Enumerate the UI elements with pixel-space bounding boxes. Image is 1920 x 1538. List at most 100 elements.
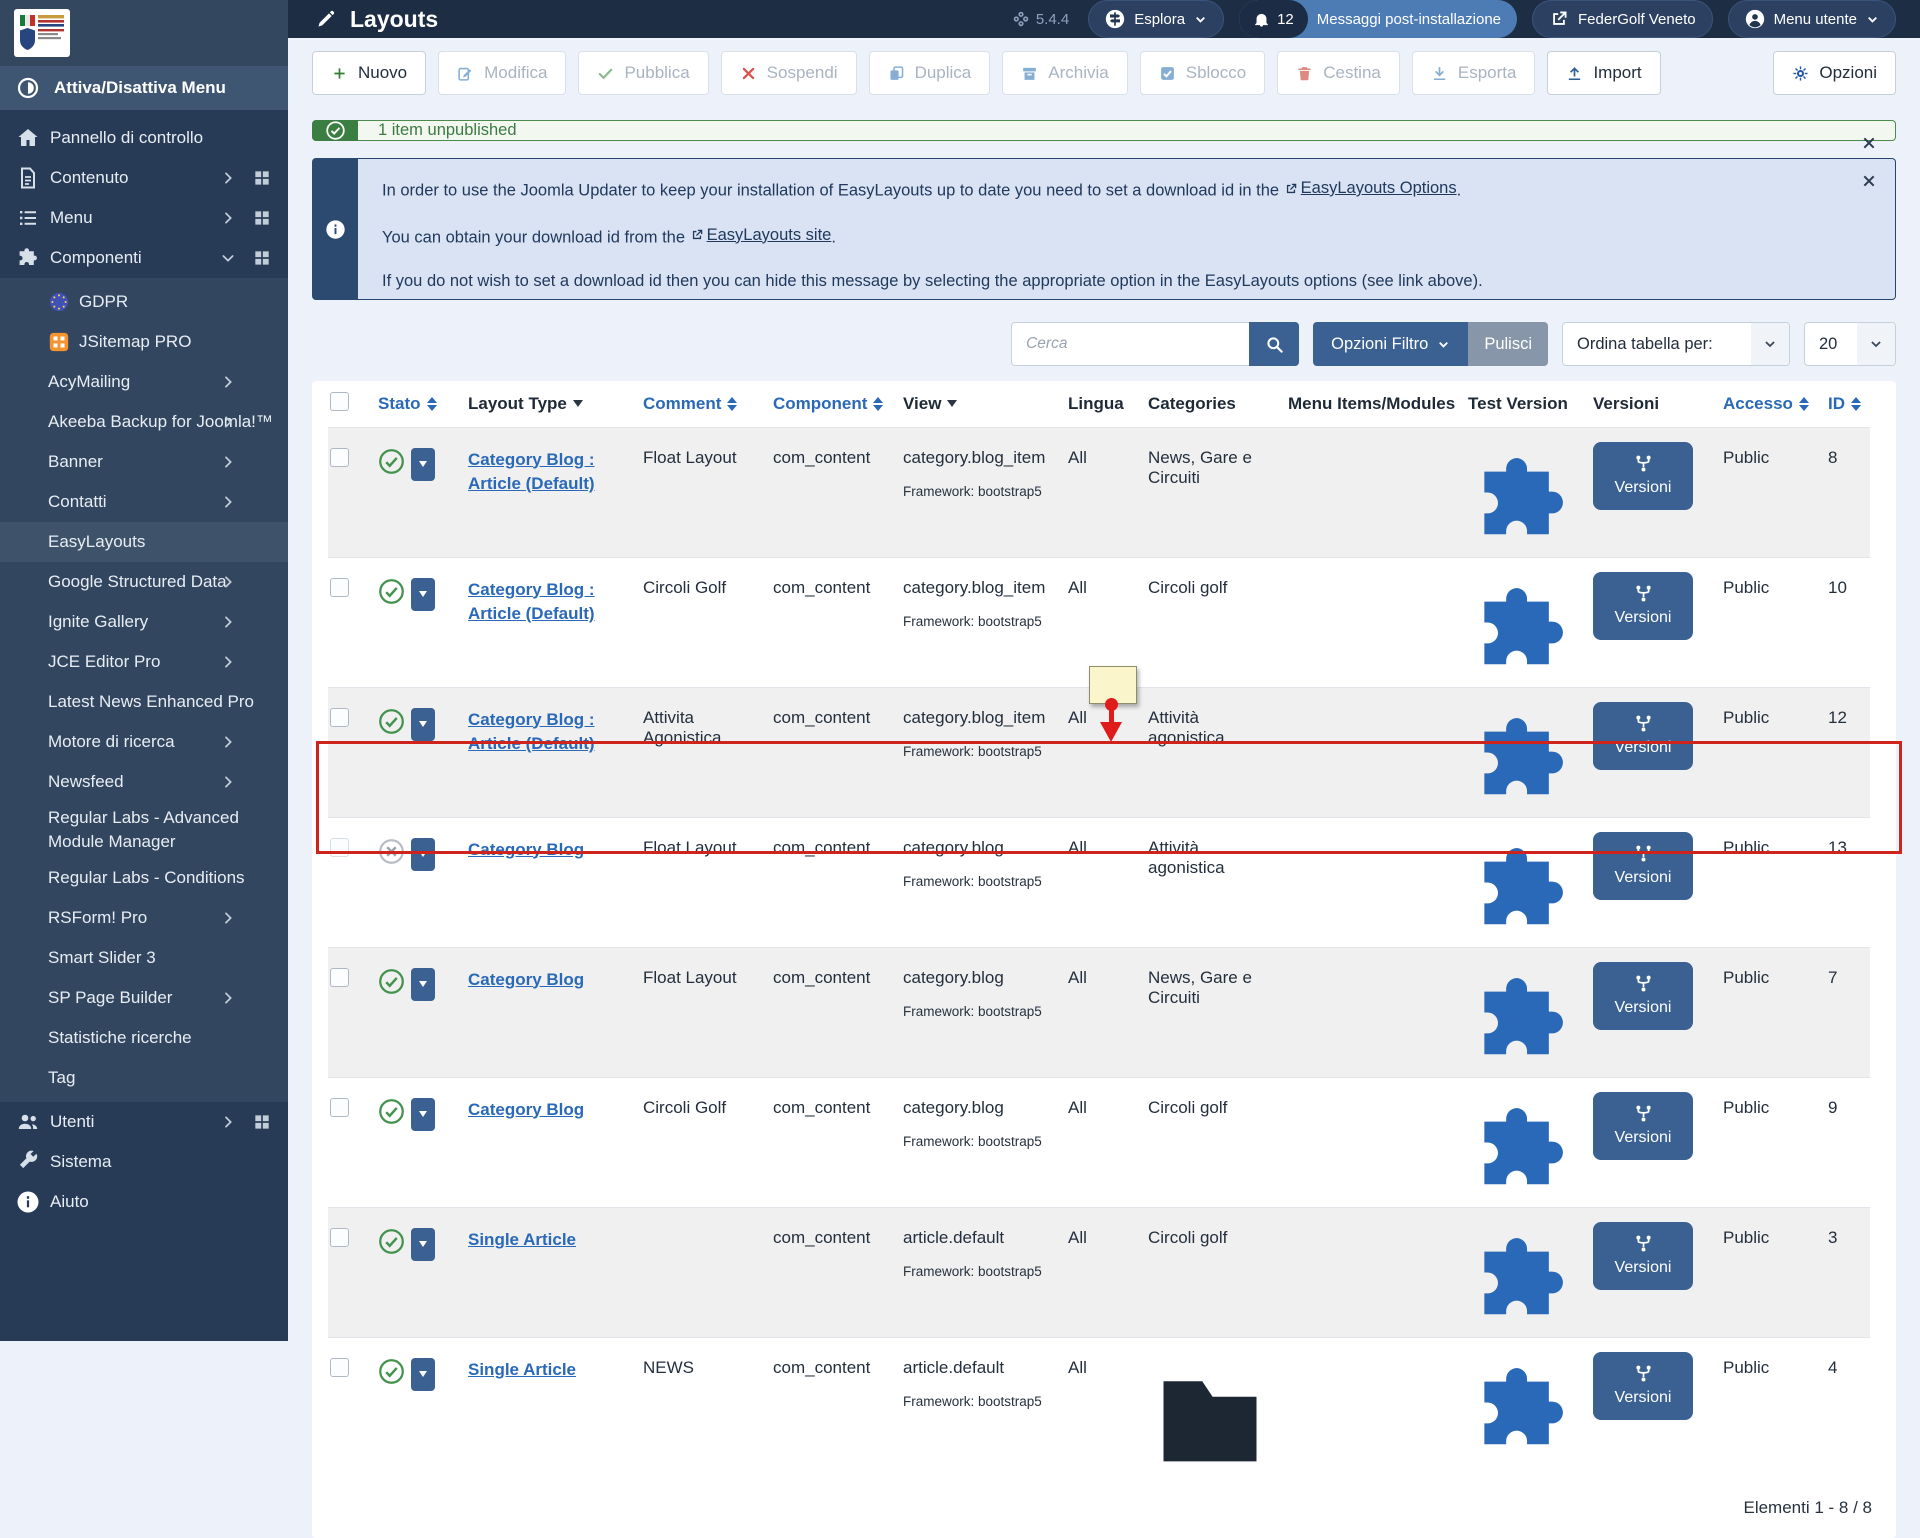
column-header-component[interactable]: Component bbox=[765, 381, 895, 427]
column-header-stato[interactable]: Stato bbox=[370, 381, 460, 427]
toolbar-button-modifica[interactable]: Modifica bbox=[438, 51, 566, 95]
status-published-icon[interactable] bbox=[378, 1228, 405, 1255]
test-version-puzzle-icon[interactable] bbox=[1468, 838, 1577, 947]
layout-link[interactable]: Category Blog bbox=[468, 840, 584, 859]
status-dropdown-button[interactable] bbox=[411, 708, 435, 741]
test-version-puzzle-icon[interactable] bbox=[1468, 968, 1577, 1077]
row-checkbox[interactable] bbox=[330, 578, 349, 597]
row-checkbox[interactable] bbox=[330, 708, 349, 727]
info-alert-link[interactable]: EasyLayouts Options bbox=[1284, 178, 1457, 199]
page-size-select[interactable]: 20 bbox=[1804, 322, 1896, 366]
toolbar-button-esporta[interactable]: Esporta bbox=[1412, 51, 1536, 95]
sidebar-item-menu[interactable]: Menu bbox=[0, 198, 288, 238]
sidebar-item-motore-di-ricerca[interactable]: Motore di ricerca bbox=[0, 722, 288, 762]
toolbar-button-cestina[interactable]: Cestina bbox=[1277, 51, 1400, 95]
test-version-puzzle-icon[interactable] bbox=[1468, 448, 1577, 557]
sidebar-item-ignite-gallery[interactable]: Ignite Gallery bbox=[0, 602, 288, 642]
toolbar-button-nuovo[interactable]: Nuovo bbox=[312, 51, 426, 95]
sidebar-item-aiuto[interactable]: Aiuto bbox=[0, 1182, 288, 1222]
toolbar-button-import[interactable]: Import bbox=[1547, 51, 1660, 95]
versions-button[interactable]: Versioni bbox=[1593, 1092, 1693, 1160]
status-dropdown-button[interactable] bbox=[411, 838, 435, 871]
column-header-accesso[interactable]: Accesso bbox=[1715, 381, 1820, 427]
success-alert-close-button[interactable] bbox=[1861, 135, 1877, 151]
sidebar-item-banner[interactable]: Banner bbox=[0, 442, 288, 482]
layout-link[interactable]: Category Blog bbox=[468, 1100, 584, 1119]
versions-button[interactable]: Versioni bbox=[1593, 832, 1693, 900]
status-dropdown-button[interactable] bbox=[411, 968, 435, 1001]
dashboard-grid-icon[interactable] bbox=[252, 248, 272, 268]
row-checkbox[interactable] bbox=[330, 1098, 349, 1117]
column-header-layout-type[interactable]: Layout Type bbox=[460, 381, 635, 427]
status-published-icon[interactable] bbox=[378, 578, 405, 605]
versions-button[interactable]: Versioni bbox=[1593, 702, 1693, 770]
site-logo[interactable] bbox=[14, 9, 70, 57]
post-installation-messages-button[interactable]: 12 Messaggi post-installazione bbox=[1239, 0, 1517, 38]
sidebar-item-contatti[interactable]: Contatti bbox=[0, 482, 288, 522]
sidebar-item-sp-page-builder[interactable]: SP Page Builder bbox=[0, 978, 288, 1018]
row-checkbox[interactable] bbox=[330, 1358, 349, 1377]
column-header-view[interactable]: View bbox=[895, 381, 1060, 427]
versions-button[interactable]: Versioni bbox=[1593, 442, 1693, 510]
row-checkbox[interactable] bbox=[330, 968, 349, 987]
sidebar-item-newsfeed[interactable]: Newsfeed bbox=[0, 762, 288, 802]
clear-filter-button[interactable]: Pulisci bbox=[1468, 322, 1548, 366]
layout-link[interactable]: Category Blog : Article (Default) bbox=[468, 580, 595, 624]
dashboard-grid-icon[interactable] bbox=[252, 168, 272, 188]
menu-toggle[interactable]: Attiva/Disattiva Menu bbox=[0, 66, 288, 110]
sidebar-item-google-structured-data[interactable]: Google Structured Data bbox=[0, 562, 288, 602]
sidebar-item-jsitemap-pro[interactable]: JSitemap PRO bbox=[0, 322, 288, 362]
test-version-puzzle-icon[interactable] bbox=[1468, 578, 1577, 687]
sidebar-item-latest-news-enhanced-pro[interactable]: Latest News Enhanced Pro bbox=[0, 682, 288, 722]
status-dropdown-button[interactable] bbox=[411, 448, 435, 481]
status-published-icon[interactable] bbox=[378, 1098, 405, 1125]
column-header-comment[interactable]: Comment bbox=[635, 381, 765, 427]
sidebar-item-sistema[interactable]: Sistema bbox=[0, 1142, 288, 1182]
sidebar-item-contenuto[interactable]: Contenuto bbox=[0, 158, 288, 198]
filter-options-button[interactable]: Opzioni Filtro bbox=[1313, 322, 1468, 366]
toolbar-button-archivia[interactable]: Archivia bbox=[1002, 51, 1127, 95]
status-unpublished-icon[interactable] bbox=[378, 838, 405, 865]
sidebar-item-regular-labs-conditions[interactable]: Regular Labs - Conditions bbox=[0, 858, 288, 898]
test-version-puzzle-icon[interactable] bbox=[1468, 1358, 1577, 1467]
dashboard-grid-icon[interactable] bbox=[252, 208, 272, 228]
status-dropdown-button[interactable] bbox=[411, 1098, 435, 1131]
row-checkbox[interactable] bbox=[330, 1228, 349, 1247]
select-all-checkbox[interactable] bbox=[330, 392, 349, 411]
explore-button[interactable]: Esplora bbox=[1088, 0, 1224, 38]
toolbar-button-duplica[interactable]: Duplica bbox=[869, 51, 991, 95]
toolbar-button-sblocco[interactable]: Sblocco bbox=[1140, 51, 1265, 95]
layout-link[interactable]: Single Article bbox=[468, 1230, 576, 1249]
site-preview-button[interactable]: FederGolf Veneto bbox=[1532, 0, 1713, 38]
versions-button[interactable]: Versioni bbox=[1593, 572, 1693, 640]
toolbar-button-pubblica[interactable]: Pubblica bbox=[578, 51, 708, 95]
layout-link[interactable]: Category Blog : Article (Default) bbox=[468, 450, 595, 494]
info-alert-link[interactable]: EasyLayouts site bbox=[690, 225, 832, 246]
status-dropdown-button[interactable] bbox=[411, 1358, 435, 1391]
user-menu-button[interactable]: Menu utente bbox=[1728, 0, 1896, 38]
options-button[interactable]: Opzioni bbox=[1773, 51, 1896, 95]
column-header-id[interactable]: ID bbox=[1820, 381, 1870, 427]
status-published-icon[interactable] bbox=[378, 968, 405, 995]
sidebar-item-acymailing[interactable]: AcyMailing bbox=[0, 362, 288, 402]
search-button[interactable] bbox=[1249, 322, 1299, 366]
search-input[interactable] bbox=[1011, 322, 1249, 366]
sidebar-item-rsform-pro[interactable]: RSForm! Pro bbox=[0, 898, 288, 938]
dashboard-grid-icon[interactable] bbox=[252, 1112, 272, 1132]
status-published-icon[interactable] bbox=[378, 1358, 405, 1385]
sidebar-item-smart-slider-3[interactable]: Smart Slider 3 bbox=[0, 938, 288, 978]
status-dropdown-button[interactable] bbox=[411, 578, 435, 611]
status-published-icon[interactable] bbox=[378, 448, 405, 475]
test-version-puzzle-icon[interactable] bbox=[1468, 1228, 1577, 1337]
order-table-select[interactable]: Ordina tabella per: bbox=[1562, 322, 1790, 366]
status-published-icon[interactable] bbox=[378, 708, 405, 735]
row-checkbox[interactable] bbox=[330, 838, 349, 857]
sidebar-item-gdpr[interactable]: GDPR bbox=[0, 282, 288, 322]
toolbar-button-sospendi[interactable]: Sospendi bbox=[721, 51, 857, 95]
layout-link[interactable]: Category Blog : Article (Default) bbox=[468, 710, 595, 754]
sidebar-item-jce-editor-pro[interactable]: JCE Editor Pro bbox=[0, 642, 288, 682]
test-version-puzzle-icon[interactable] bbox=[1468, 1098, 1577, 1207]
sidebar-item-componenti[interactable]: Componenti bbox=[0, 238, 288, 278]
info-alert-close-button[interactable] bbox=[1861, 173, 1877, 189]
layout-link[interactable]: Category Blog bbox=[468, 970, 584, 989]
